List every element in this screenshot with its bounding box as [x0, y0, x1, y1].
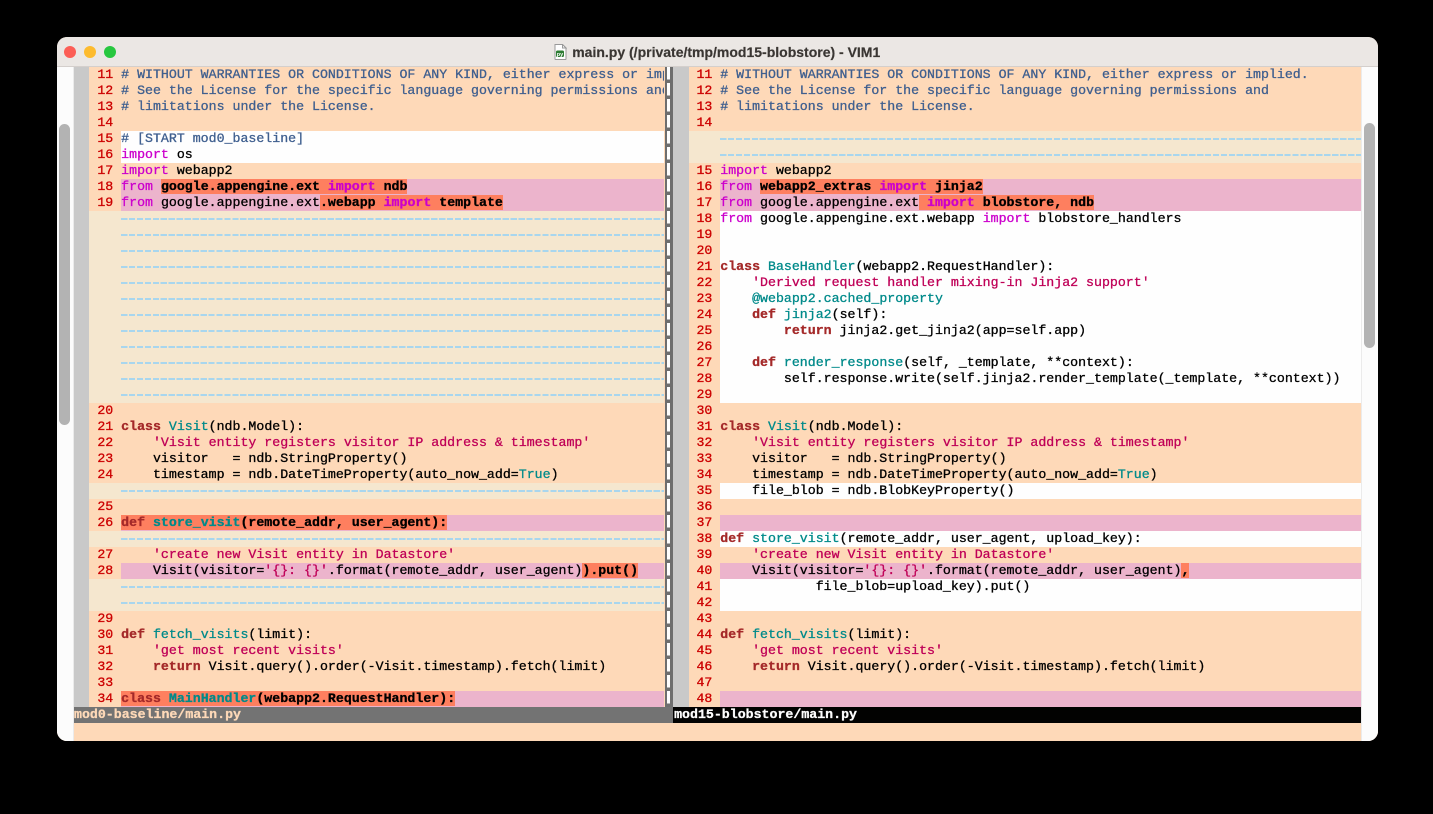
svg-text:py: py [557, 51, 564, 57]
